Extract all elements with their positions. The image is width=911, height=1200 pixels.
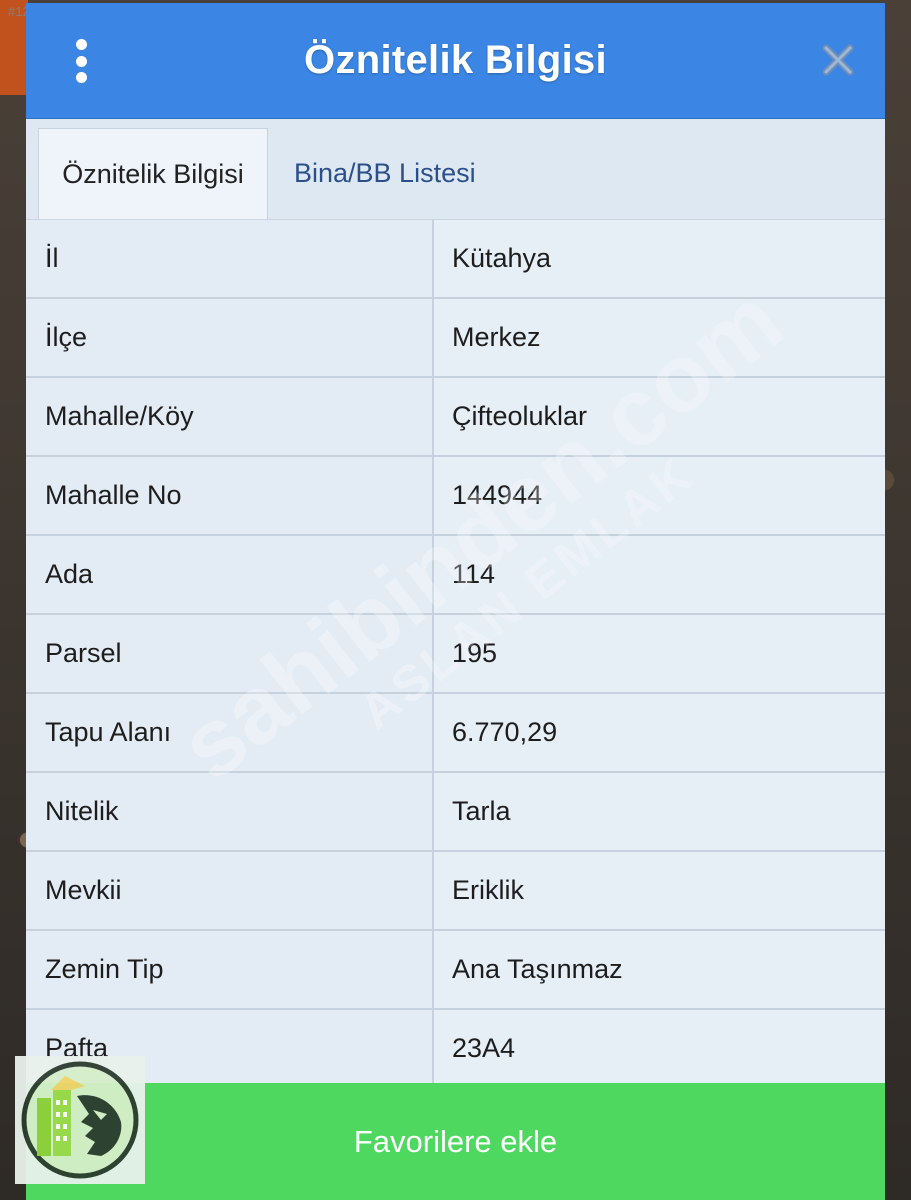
attribute-key: Ada: [26, 536, 434, 613]
tab-bar: Öznitelik Bilgisi Bina/BB Listesi: [26, 119, 885, 221]
attribute-key: Nitelik: [26, 773, 434, 850]
attribute-key: Mahalle No: [26, 457, 434, 534]
attribute-key: İl: [26, 220, 434, 297]
table-row: Ada 114: [26, 536, 885, 615]
table-row: Nitelik Tarla: [26, 773, 885, 852]
attribute-key: Parsel: [26, 615, 434, 692]
tab-bina-bb-listesi[interactable]: Bina/BB Listesi: [278, 128, 514, 218]
attribute-value: 195: [434, 615, 885, 692]
attribute-value: Ana Taşınmaz: [434, 931, 885, 1008]
attribute-value: Merkez: [434, 299, 885, 376]
attribute-value: 6.770,29: [434, 694, 885, 771]
table-row: Parsel 195: [26, 615, 885, 694]
attribute-value: Kütahya: [434, 220, 885, 297]
attribute-value: Eriklik: [434, 852, 885, 929]
panel-header: Öznitelik Bilgisi: [26, 3, 885, 119]
table-row: İlçe Merkez: [26, 299, 885, 378]
table-row: Mahalle No 144944: [26, 457, 885, 536]
tab-oznitelik-bilgisi[interactable]: Öznitelik Bilgisi: [38, 128, 268, 219]
attribute-key: Mahalle/Köy: [26, 378, 434, 455]
table-row: Zemin Tip Ana Taşınmaz: [26, 931, 885, 1010]
table-row: Pafta 23A4: [26, 1010, 885, 1089]
add-to-favorites-button[interactable]: Favorilere ekle: [26, 1083, 885, 1200]
kebab-menu-icon[interactable]: [66, 39, 96, 83]
table-row: Mevkii Eriklik: [26, 852, 885, 931]
panel-title: Öznitelik Bilgisi: [304, 38, 607, 82]
attribute-key: İlçe: [26, 299, 434, 376]
attribute-key: Mevkii: [26, 852, 434, 929]
lion-building-logo-icon: [15, 1056, 145, 1184]
table-row: Mahalle/Köy Çifteoluklar: [26, 378, 885, 457]
attribute-table: İl Kütahya İlçe Merkez Mahalle/Köy Çifte…: [26, 220, 885, 1089]
table-row: Tapu Alanı 6.770,29: [26, 694, 885, 773]
attribute-key: Tapu Alanı: [26, 694, 434, 771]
attribute-value: 114: [434, 536, 885, 613]
attribute-key: Zemin Tip: [26, 931, 434, 1008]
close-icon[interactable]: [821, 43, 855, 77]
attribute-value: Çifteoluklar: [434, 378, 885, 455]
attribute-value: 144944: [434, 457, 885, 534]
attribute-panel: Öznitelik Bilgisi Öznitelik Bilgisi Bina…: [26, 3, 885, 1200]
table-row: İl Kütahya: [26, 220, 885, 299]
attribute-value: Tarla: [434, 773, 885, 850]
attribute-value: 23A4: [434, 1010, 885, 1087]
